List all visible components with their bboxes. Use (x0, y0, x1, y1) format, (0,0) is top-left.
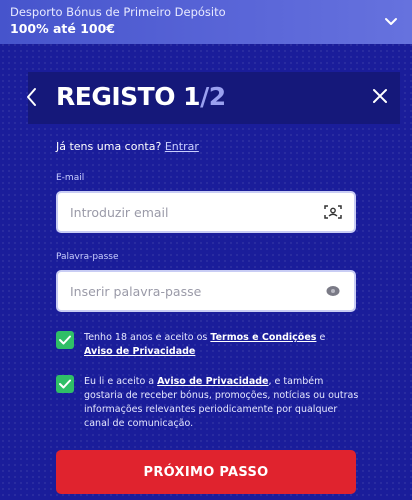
age-terms-and: e (316, 332, 326, 343)
page-title: REGISTO 1/2 (56, 82, 226, 112)
marketing-checkbox[interactable] (56, 375, 74, 393)
checkmark-icon (59, 335, 71, 345)
title-total-steps: 2 (208, 82, 226, 111)
age-terms-text: Tenho 18 anos e aceito os Termos e Condi… (84, 331, 364, 359)
email-field[interactable]: Introduzir email (56, 191, 356, 233)
terms-link[interactable]: Termos e Condições (210, 332, 316, 343)
password-field[interactable]: Inserir palavra-passe (56, 270, 356, 312)
title-separator: / (200, 82, 209, 111)
back-arrow-icon[interactable] (24, 86, 40, 108)
chevron-down-icon[interactable] (384, 14, 398, 28)
title-main: REGISTO 1 (56, 82, 201, 111)
close-icon[interactable] (372, 88, 388, 104)
password-placeholder: Inserir palavra-passe (70, 284, 202, 299)
face-scan-icon[interactable] (324, 204, 342, 220)
account-question: Já tens uma conta? (56, 140, 162, 153)
marketing-privacy-link[interactable]: Aviso de Privacidade (157, 376, 268, 387)
password-label: Palavra-passe (56, 252, 119, 262)
account-prompt: Já tens uma conta? Entrar (56, 140, 199, 153)
eye-icon[interactable] (324, 283, 342, 299)
marketing-text: Eu li e aceito a Aviso de Privacidade, e… (84, 375, 364, 431)
next-step-button[interactable]: PRÓXIMO PASSO (56, 450, 356, 494)
login-link[interactable]: Entrar (165, 140, 199, 153)
checkmark-icon (59, 379, 71, 389)
age-terms-checkbox[interactable] (56, 331, 74, 349)
marketing-prefix: Eu li e aceito a (84, 376, 158, 387)
age-terms-prefix: Tenho 18 anos e aceito os (84, 332, 211, 343)
privacy-link[interactable]: Aviso de Privacidade (84, 346, 195, 357)
promo-headline: 100% até 100€ (10, 21, 115, 36)
email-placeholder: Introduzir email (70, 205, 169, 220)
promo-subtitle: Desporto Bónus de Primeiro Depósito (10, 5, 226, 19)
promo-banner[interactable]: Desporto Bónus de Primeiro Depósito 100%… (0, 0, 412, 44)
email-label: E-mail (56, 173, 85, 183)
